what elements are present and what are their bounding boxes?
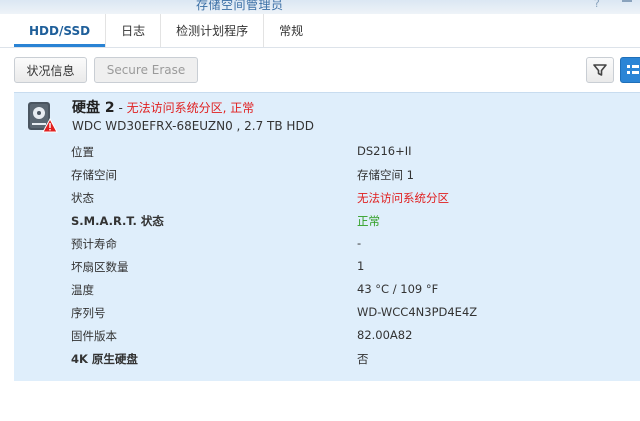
detail-key: S.M.A.R.T. 状态 [71,214,164,228]
window-title: 存储空间管理员 [196,0,284,12]
disk-model: WDC WD30EFRX-68EUZN0 , 2.7 TB HDD [72,119,314,133]
detail-value: WD-WCC4N3PD4E4Z [357,305,478,319]
tab-general[interactable]: 常规 [263,14,318,47]
detail-key: 4K 原生硬盘 [71,352,138,366]
detail-value: 43 °C / 109 °F [357,282,439,296]
detail-value-status: 无法访问系统分区 [357,191,449,205]
tab-divider [0,47,640,48]
detail-row-serial: 序列号 WD-WCC4N3PD4E4Z [71,305,611,325]
minimize-icon[interactable] [622,0,632,2]
detail-value: DS216+II [357,144,412,158]
title-bar: 存储空间管理员 ? [0,0,640,14]
disk-name: 硬盘 2 [72,100,115,116]
detail-row-location: 位置 DS216+II [71,144,611,164]
tab-bar: HDD/SSD 日志 检测计划程序 常规 [14,14,318,47]
grid-view-icon [627,65,639,74]
detail-value: 存储空间 1 [357,168,414,182]
disk-title-separator: - [114,101,127,115]
detail-key: 预计寿命 [71,237,117,251]
detail-key: 坏扇区数量 [71,260,129,274]
filter-icon [593,64,607,76]
detail-key: 序列号 [71,306,106,320]
detail-row-smart: S.M.A.R.T. 状态 正常 [71,213,611,233]
detail-row-status: 状态 无法访问系统分区 [71,190,611,210]
hdd-warning-icon [28,102,58,133]
tab-log[interactable]: 日志 [105,14,160,47]
detail-row-lifespan: 预计寿命 - [71,236,611,256]
secure-erase-button[interactable]: Secure Erase [94,57,198,83]
tab-test-scheduler[interactable]: 检测计划程序 [160,14,263,47]
detail-row-temperature: 温度 43 °C / 109 °F [71,282,611,302]
help-icon[interactable]: ? [594,0,600,10]
detail-value-smart: 正常 [357,214,380,228]
detail-key: 存储空间 [71,168,117,182]
disk-alert-text: 无法访问系统分区, 正常 [126,101,255,115]
filter-button[interactable] [586,57,614,83]
detail-row-volume: 存储空间 存储空间 1 [71,167,611,187]
detail-value: 82.00A82 [357,328,413,342]
detail-row-4k-native: 4K 原生硬盘 否 [71,351,611,371]
detail-row-bad-sectors: 坏扇区数量 1 [71,259,611,279]
tab-hdd-ssd[interactable]: HDD/SSD [14,14,106,47]
detail-key: 位置 [71,145,94,159]
storage-manager-window: 存储空间管理员 ? HDD/SSD 日志 检测计划程序 常规 状况信息 Secu… [0,0,640,421]
detail-key: 固件版本 [71,329,117,343]
detail-value: 1 [357,259,365,273]
detail-key: 温度 [71,283,94,297]
detail-value: - [357,236,362,250]
view-toggle-button[interactable] [620,57,640,83]
disk-title: 硬盘 2 - 无法访问系统分区, 正常 [72,97,254,117]
detail-value: 否 [357,352,369,366]
detail-row-firmware: 固件版本 82.00A82 [71,328,611,348]
status-info-button[interactable]: 状况信息 [14,57,87,83]
detail-key: 状态 [71,191,94,205]
